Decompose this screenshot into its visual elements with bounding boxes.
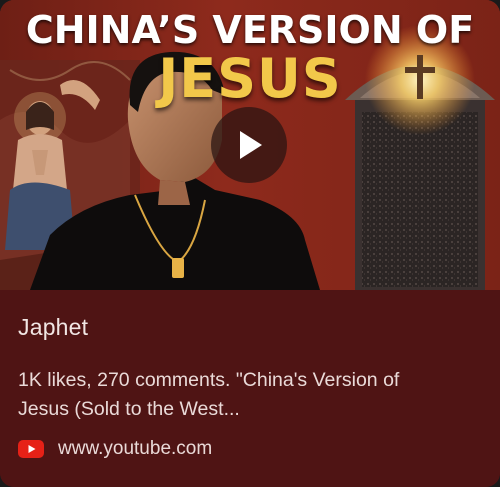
source-url: www.youtube.com: [58, 438, 213, 459]
result-info: Japhet 1K likes, 270 comments. "China's …: [0, 290, 500, 487]
channel-name[interactable]: Japhet: [18, 314, 88, 341]
play-button[interactable]: [211, 107, 287, 183]
thumbnail-title-line-1: CHINA’S VERSION OF: [25, 8, 475, 52]
description-line-2: Jesus (Sold to the West...: [18, 398, 240, 420]
video-result-card[interactable]: CHINA’S VERSION OF JESUS Japhet 1K likes…: [0, 0, 500, 487]
video-thumbnail[interactable]: CHINA’S VERSION OF JESUS: [0, 0, 500, 290]
source-link[interactable]: www.youtube.com: [18, 435, 212, 463]
thumbnail-title-line-2: JESUS: [158, 47, 342, 110]
description-line-1: 1K likes, 270 comments. "China's Version…: [18, 369, 400, 391]
play-icon: [240, 131, 262, 159]
youtube-icon: [18, 440, 44, 458]
result-description: 1K likes, 270 comments. "China's Version…: [18, 366, 488, 424]
